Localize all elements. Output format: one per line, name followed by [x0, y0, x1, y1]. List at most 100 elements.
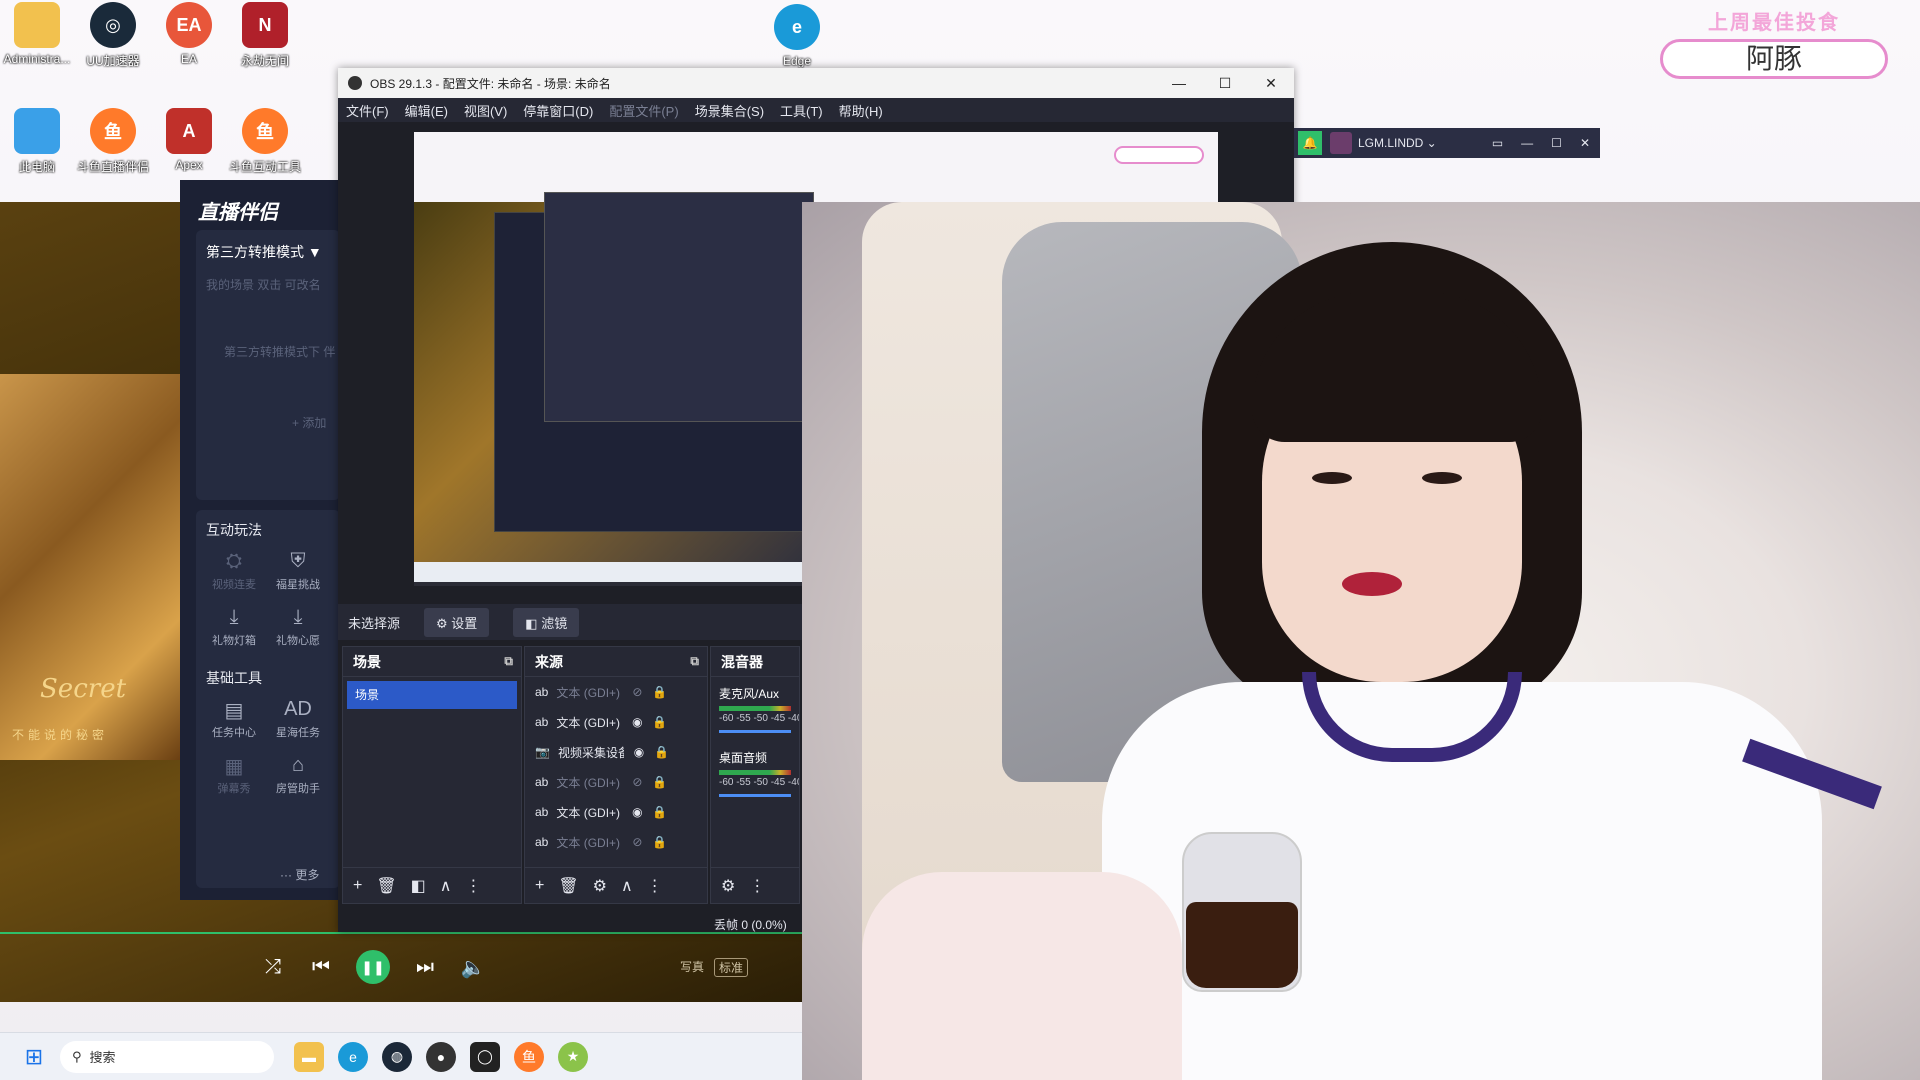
obs-titlebar: OBS 29.1.3 - 配置文件: 未命名 - 场景: 未命名 — ☐ ✕ [338, 68, 1294, 98]
lock-icon[interactable]: 🔒 [652, 715, 667, 729]
mixer-dock: 混音器 麦克风/Aux -60 -55 -50 -45 -40 桌面音频 -60… [710, 646, 800, 904]
settings-button[interactable]: ⚙ 设置 [424, 607, 490, 637]
lock-icon[interactable]: 🔒 [652, 835, 667, 849]
obs-logo-icon [348, 76, 362, 90]
desktop-icon-folder[interactable]: Administra... [0, 2, 74, 66]
desktop-icon-apex[interactable]: A Apex [152, 108, 226, 172]
windows-start-icon[interactable]: ⊞ [18, 1041, 50, 1073]
source-item[interactable]: ab 文本 (GDI+) ◉ 🔒 [525, 797, 707, 827]
desktop-icon-naraka[interactable]: N 永劫无间 [228, 2, 302, 69]
desktop-icon-douyu-tool[interactable]: 鱼 斗鱼互动工具 [228, 108, 302, 175]
obs-icon[interactable]: ● [426, 1041, 456, 1072]
bell-icon[interactable]: 🔔 [1298, 131, 1322, 155]
advanced-audio-icon[interactable]: ⚙ [721, 876, 735, 896]
add-scene-icon[interactable]: + [353, 877, 362, 895]
next-icon[interactable]: ⏭ [412, 956, 438, 979]
desktop-icon-this-pc[interactable]: 此电脑 [0, 108, 74, 175]
minimize-icon[interactable]: — [1156, 75, 1202, 92]
menu-view[interactable]: 视图(V) [464, 101, 507, 120]
more-icon[interactable]: ⋮ [466, 876, 482, 896]
menu-help[interactable]: 帮助(H) [839, 101, 883, 120]
preview-nested-obs [544, 192, 814, 422]
undock-icon[interactable]: ⧉ [690, 654, 699, 669]
douyu-icon[interactable]: 鱼 [514, 1041, 544, 1072]
mode-dropdown[interactable]: 第三方转推模式 ▼ [196, 230, 340, 262]
minimize-icon[interactable]: — [1521, 136, 1533, 150]
mixer-channel: 麦克风/Aux -60 -55 -50 -45 -40 [711, 677, 799, 733]
menu-profile[interactable]: 配置文件(P) [609, 101, 678, 120]
scene-item[interactable]: 场景 [347, 681, 517, 709]
task-center-tool[interactable]: ▤ 任务中心 [202, 698, 266, 740]
remove-source-icon[interactable]: 🗑 [558, 876, 578, 896]
eye-icon[interactable]: ◉ [632, 745, 646, 759]
video-link-tool[interactable]: ⛭ 视频连麦 [202, 550, 266, 592]
pause-button[interactable]: ❚❚ [356, 950, 390, 984]
game-icon[interactable]: ★ [558, 1041, 588, 1072]
taskbar-search[interactable]: ⚲ 搜索 [60, 1040, 274, 1073]
lock-icon[interactable]: 🔒 [654, 745, 669, 759]
menu-edit[interactable]: 编辑(E) [405, 101, 448, 120]
maximize-icon[interactable]: ☐ [1202, 75, 1248, 92]
volume-icon[interactable]: 🔈 [460, 955, 486, 980]
eye-icon[interactable]: ◉ [630, 715, 644, 729]
file-explorer-icon[interactable]: ▬ [294, 1041, 324, 1072]
edge-icon[interactable]: e [338, 1041, 368, 1072]
add-source-icon[interactable]: + [535, 877, 544, 895]
room-manager-tool[interactable]: ⌂ 房管助手 [266, 754, 330, 796]
shuffle-icon[interactable]: ⤮ [260, 956, 286, 979]
photo-toggle[interactable]: 写真 [680, 958, 704, 977]
lucky-challenge-tool[interactable]: ⛨ 福星挑战 [266, 550, 330, 592]
source-item[interactable]: ab 文本 (GDI+) ⊘ 🔒 [525, 827, 707, 857]
move-up-icon[interactable]: ∧ [440, 876, 452, 896]
move-up-icon[interactable]: ∧ [621, 876, 633, 896]
maximize-icon[interactable]: ☐ [1551, 136, 1562, 150]
remove-scene-icon[interactable]: 🗑 [376, 876, 396, 896]
more-icon[interactable]: ⋮ [647, 876, 663, 896]
add-scene-button[interactable]: + 添加 [196, 360, 340, 431]
desktop-icon-douyu-live[interactable]: 鱼 斗鱼直播伴侣 [76, 108, 150, 175]
previous-icon[interactable]: ⏮ [308, 956, 334, 979]
scene-filters-icon[interactable]: ◧ [411, 876, 426, 896]
monitor-icon[interactable]: ▭ [1492, 136, 1503, 150]
menu-tools[interactable]: 工具(T) [780, 101, 823, 120]
lock-icon[interactable]: 🔒 [652, 805, 667, 819]
source-item[interactable]: 📷 视频采集设备 ◉ 🔒 [525, 737, 707, 767]
undock-icon[interactable]: ⧉ [504, 654, 513, 669]
quality-select[interactable]: 标准 [714, 958, 749, 977]
eye-hidden-icon[interactable]: ⊘ [630, 835, 644, 849]
text-source-icon: ab [535, 775, 549, 789]
star-task-tool[interactable]: AD 星海任务 [266, 698, 330, 740]
close-icon[interactable]: ✕ [1248, 75, 1294, 92]
eye-icon[interactable]: ◉ [630, 805, 644, 819]
source-item[interactable]: ab 文本 (GDI+) ⊘ 🔒 [525, 677, 707, 707]
eye-hidden-icon[interactable]: ⊘ [630, 775, 644, 789]
gift-lightbox-tool[interactable]: ⤓ 礼物灯箱 [202, 606, 266, 648]
danmaku-show-tool[interactable]: ▦ 弹幕秀 [202, 754, 266, 796]
desktop-icon-ea[interactable]: EA EA [152, 2, 226, 66]
playback-progress[interactable] [0, 932, 810, 934]
more-button[interactable]: ··· 更多 [280, 866, 319, 883]
steam-icon[interactable]: ◍ [382, 1041, 412, 1072]
menu-file[interactable]: 文件(F) [346, 101, 389, 120]
close-icon[interactable]: ✕ [1580, 136, 1590, 150]
volume-fader[interactable] [719, 794, 791, 797]
source-name: 视频采集设备 [557, 745, 624, 760]
username-dropdown[interactable]: LGM.LINDD ⌄ [1358, 136, 1437, 150]
source-item[interactable]: ab 文本 (GDI+) ⊘ 🔒 [525, 767, 707, 797]
menu-scene-collection[interactable]: 场景集合(S) [695, 101, 764, 120]
desktop-icon-edge[interactable]: e Edge [760, 4, 834, 68]
eye-hidden-icon[interactable]: ⊘ [630, 685, 644, 699]
filters-button[interactable]: ◧ 滤镜 [513, 607, 580, 637]
menu-docks[interactable]: 停靠窗口(D) [523, 101, 593, 120]
uu-icon[interactable]: ◯ [470, 1041, 500, 1072]
more-icon[interactable]: ⋮ [749, 876, 765, 896]
lock-icon[interactable]: 🔒 [652, 775, 667, 789]
apex-icon: A [166, 108, 212, 154]
avatar[interactable] [1330, 132, 1352, 154]
desktop-icon-uu[interactable]: ◎ UU加速器 [76, 2, 150, 69]
source-properties-icon[interactable]: ⚙ [593, 876, 607, 896]
source-item[interactable]: ab 文本 (GDI+) ◉ 🔒 [525, 707, 707, 737]
scene-card: 第三方转推模式 ▼ 我的场景 双击 可改名 第三方转推模式下 伴 + 添加 [196, 230, 340, 500]
gift-wish-tool[interactable]: ⤓ 礼物心愿 [266, 606, 330, 648]
lock-icon[interactable]: 🔒 [652, 685, 667, 699]
